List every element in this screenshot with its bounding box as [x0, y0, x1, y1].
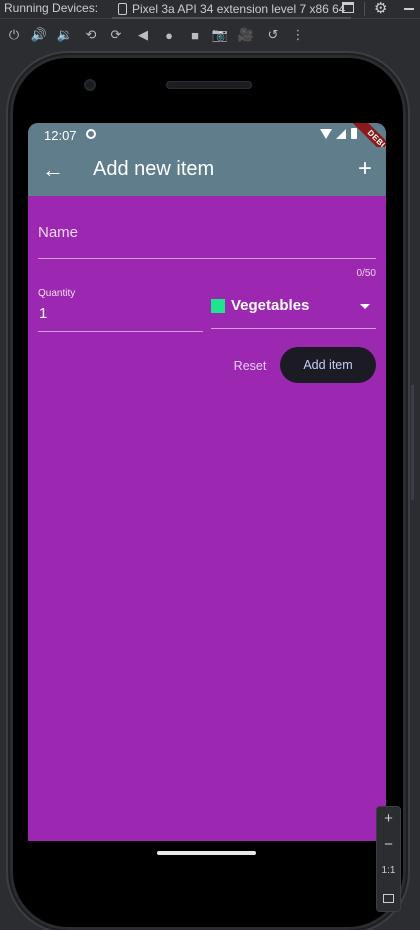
add-item-form: Name 0/50 Quantity 1 Vegetables Reset Ad…	[28, 196, 386, 841]
power-icon[interactable]: ⏻	[6, 27, 22, 43]
scrollbar[interactable]	[411, 385, 414, 500]
minimize-icon[interactable]	[404, 8, 414, 10]
quantity-field[interactable]: Quantity 1	[38, 285, 203, 332]
back-arrow-icon[interactable]: ←	[40, 157, 66, 183]
phone-screen: 12:07 DEBUG ← Add new item + Name 0/50 Q…	[28, 123, 386, 841]
home-nav-icon[interactable]: ●	[161, 27, 177, 43]
snapshot-icon[interactable]: ↺	[265, 27, 281, 43]
category-dropdown[interactable]: Vegetables	[211, 285, 376, 329]
device-tab-label: Pixel 3a API 34 extension level 7 x86 64	[132, 1, 346, 16]
signal-icon	[336, 129, 346, 139]
running-devices-bar: Running Devices: Pixel 3a API 34 extensi…	[0, 0, 420, 19]
name-field[interactable]: Name	[38, 212, 376, 259]
volume-up-icon[interactable]: 🔊	[31, 27, 47, 43]
gesture-nav-bar[interactable]	[157, 851, 256, 855]
zoom-out-button[interactable]: −	[377, 835, 400, 855]
add-icon[interactable]: +	[352, 156, 378, 182]
back-nav-icon[interactable]: ◀	[135, 27, 151, 43]
video-icon[interactable]: 🎥	[238, 27, 254, 43]
device-tab[interactable]: Pixel 3a API 34 extension level 7 x86 64	[112, 0, 352, 19]
app-bar: ← Add new item +	[28, 147, 386, 196]
battery-icon	[351, 128, 357, 139]
wifi-icon	[320, 129, 332, 139]
status-bar: 12:07	[28, 123, 386, 147]
chevron-down-icon	[360, 304, 370, 309]
quantity-label: Quantity	[38, 288, 76, 299]
actual-size-button[interactable]: 1:1	[377, 861, 400, 881]
rotate-left-icon[interactable]: ⟲	[83, 27, 99, 43]
notification-icon	[86, 129, 96, 139]
reset-button[interactable]: Reset	[225, 354, 275, 378]
running-devices-label: Running Devices:	[4, 1, 99, 15]
zoom-controls: + − 1:1	[376, 806, 401, 912]
zoom-in-button[interactable]: +	[377, 809, 400, 829]
overview-nav-icon[interactable]: ■	[187, 27, 203, 43]
front-camera	[84, 79, 96, 91]
quantity-value: 1	[39, 305, 48, 322]
category-color-swatch	[211, 299, 225, 313]
category-value: Vegetables	[231, 297, 310, 314]
name-label: Name	[38, 224, 79, 241]
rotate-right-icon[interactable]: ⟳	[108, 27, 124, 43]
volume-down-icon[interactable]: 🔉	[57, 27, 73, 43]
name-char-counter: 0/50	[356, 268, 376, 279]
earpiece-speaker	[166, 81, 252, 89]
more-icon[interactable]: ⋮	[290, 27, 306, 43]
window-icon[interactable]	[342, 2, 354, 13]
gear-icon[interactable]: ⚙	[374, 0, 387, 17]
status-time: 12:07	[44, 128, 77, 143]
toolbar-divider	[364, 2, 365, 16]
phone-icon	[118, 2, 127, 15]
fit-screen-icon[interactable]	[383, 894, 394, 903]
page-title: Add new item	[93, 158, 215, 180]
add-item-button[interactable]: Add item	[280, 347, 376, 383]
emulator-toolbar: ⏻ 🔊 🔉 ⟲ ⟳ ◀ ● ■ 📷 🎥 ↺ ⋮	[0, 22, 420, 48]
camera-icon[interactable]: 📷	[212, 27, 228, 43]
